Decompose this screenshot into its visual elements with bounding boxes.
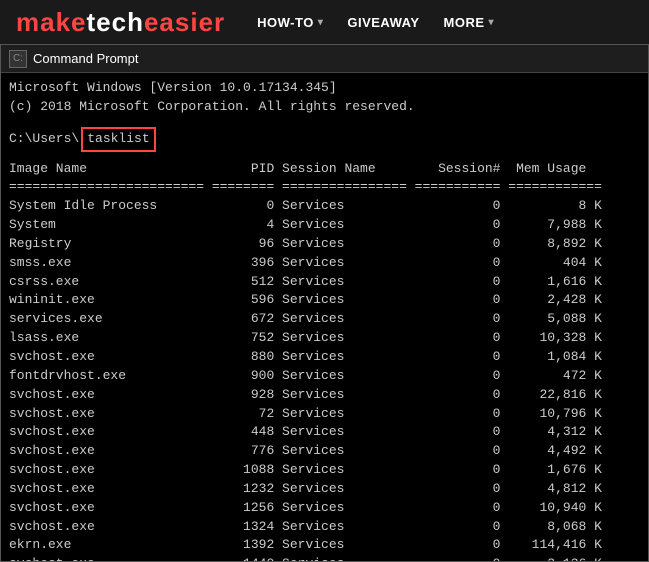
table-row: csrss.exe 512 Services 0 1,616 K [9, 273, 640, 292]
brand-logo[interactable]: maketecheasier [16, 7, 225, 38]
table-row: svchost.exe 1088 Services 0 1,676 K [9, 461, 640, 480]
table-row: svchost.exe 1232 Services 0 4,812 K [9, 480, 640, 499]
table-divider: ========================= ======== =====… [9, 178, 640, 197]
table-row: services.exe 672 Services 0 5,088 K [9, 310, 640, 329]
nav-giveaway[interactable]: GIVEAWAY [347, 15, 419, 30]
cmd-prompt-line: C:\Users\ tasklist [9, 127, 640, 152]
brand-make: make [16, 7, 87, 37]
table-row: svchost.exe 1440 Services 0 3,136 K [9, 555, 640, 561]
brand-tech: tech [87, 7, 144, 37]
nav-giveaway-label: GIVEAWAY [347, 15, 419, 30]
cmd-intro-line1: Microsoft Windows [Version 10.0.17134.34… [9, 79, 640, 98]
table-row: wininit.exe 596 Services 0 2,428 K [9, 291, 640, 310]
table-row: System Idle Process 0 Services 0 8 K [9, 197, 640, 216]
table-row: ekrn.exe 1392 Services 0 114,416 K [9, 536, 640, 555]
navbar-links: HOW-TO ▾ GIVEAWAY MORE ▾ [257, 15, 494, 30]
nav-howto[interactable]: HOW-TO ▾ [257, 15, 323, 30]
table-row: svchost.exe 928 Services 0 22,816 K [9, 386, 640, 405]
prompt-path: C:\Users\ [9, 130, 79, 149]
table-row: fontdrvhost.exe 900 Services 0 472 K [9, 367, 640, 386]
table-row: smss.exe 396 Services 0 404 K [9, 254, 640, 273]
cmd-titlebar: C: Command Prompt [1, 45, 648, 73]
brand-easier: easier [144, 7, 225, 37]
table-row: svchost.exe 880 Services 0 1,084 K [9, 348, 640, 367]
chevron-down-icon: ▾ [318, 17, 324, 28]
table-row: svchost.exe 776 Services 0 4,492 K [9, 442, 640, 461]
table-body: System Idle Process 0 Services 0 8 KSyst… [9, 197, 640, 561]
nav-more-label: MORE [444, 15, 485, 30]
cmd-window-title: Command Prompt [33, 51, 138, 66]
table-row: lsass.exe 752 Services 0 10,328 K [9, 329, 640, 348]
chevron-down-icon-more: ▾ [489, 17, 495, 28]
table-row: svchost.exe 1256 Services 0 10,940 K [9, 499, 640, 518]
nav-howto-label: HOW-TO [257, 15, 314, 30]
table-row: svchost.exe 448 Services 0 4,312 K [9, 423, 640, 442]
table-row: svchost.exe 1324 Services 0 8,068 K [9, 518, 640, 537]
cmd-command: tasklist [81, 127, 155, 152]
cmd-window-icon: C: [9, 50, 27, 68]
navbar: maketecheasier HOW-TO ▾ GIVEAWAY MORE ▾ [0, 0, 649, 44]
table-row: System 4 Services 0 7,988 K [9, 216, 640, 235]
table-header: Image Name PID Session Name Session# Mem… [9, 160, 640, 179]
cmd-content[interactable]: Microsoft Windows [Version 10.0.17134.34… [1, 73, 648, 561]
table-row: Registry 96 Services 0 8,892 K [9, 235, 640, 254]
table-row: svchost.exe 72 Services 0 10,796 K [9, 405, 640, 424]
nav-more[interactable]: MORE ▾ [444, 15, 495, 30]
cmd-intro-line2: (c) 2018 Microsoft Corporation. All righ… [9, 98, 640, 117]
cmd-window: C: Command Prompt Microsoft Windows [Ver… [0, 44, 649, 562]
